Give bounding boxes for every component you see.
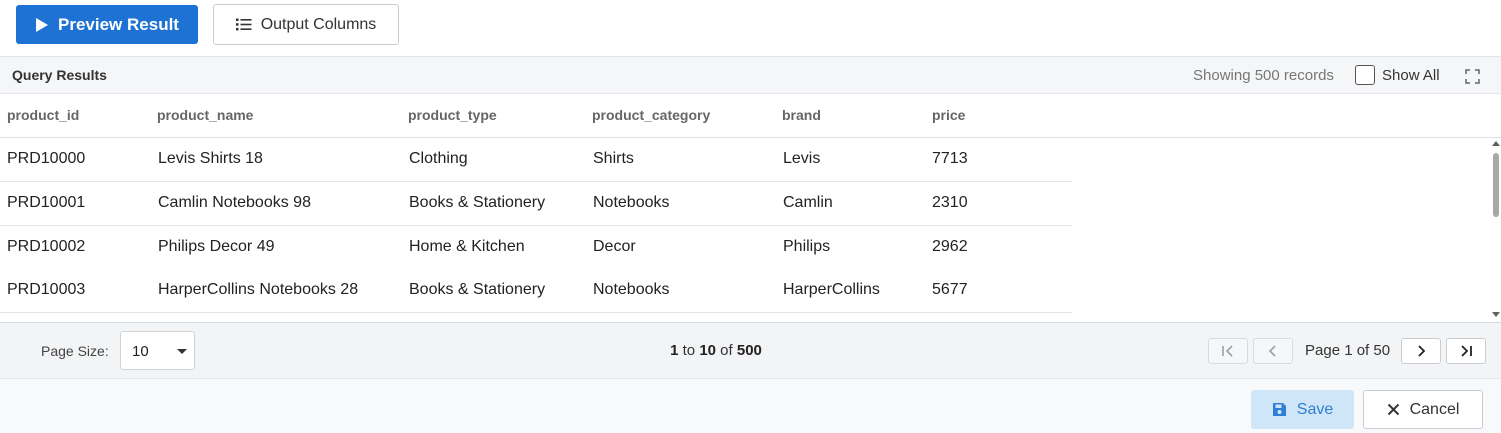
save-button[interactable]: Save [1251, 390, 1354, 429]
list-icon [235, 18, 252, 31]
floppy-disk-icon [1272, 403, 1286, 416]
cell-price: 5677 [932, 281, 968, 298]
cell-product-type: Books & Stationery [409, 281, 546, 298]
cell-product-id: PRD10000 [7, 150, 86, 167]
cell-product-id: PRD10003 [7, 281, 86, 298]
cancel-button[interactable]: Cancel [1363, 390, 1483, 429]
first-page-icon [1222, 345, 1233, 357]
column-header-product-id[interactable]: product_id [7, 107, 79, 123]
column-header-product-type[interactable]: product_type [408, 107, 497, 123]
table-row[interactable]: PRD10000 Levis Shirts 18 Clothing Shirts… [0, 138, 1072, 182]
cell-price: 7713 [932, 150, 968, 167]
cell-price: 2962 [932, 238, 968, 255]
query-results-header: Query Results Showing 500 records Show A… [0, 56, 1501, 94]
next-page-icon [1418, 345, 1426, 357]
cell-product-name: Camlin Notebooks 98 [158, 194, 311, 211]
prev-page-icon [1268, 345, 1276, 357]
show-all-checkbox[interactable] [1355, 65, 1375, 85]
cell-brand: Camlin [783, 194, 833, 211]
cell-product-name: Philips Decor 49 [158, 238, 275, 255]
grid-body: PRD10000 Levis Shirts 18 Clothing Shirts… [0, 138, 1501, 322]
first-page-button[interactable] [1208, 338, 1248, 364]
cell-product-category: Shirts [593, 150, 634, 167]
output-columns-label: Output Columns [260, 15, 377, 33]
cell-product-type: Books & Stationery [409, 194, 546, 211]
column-header-brand[interactable]: brand [782, 107, 821, 123]
column-header-product-name[interactable]: product_name [157, 107, 253, 123]
column-header-price[interactable]: price [932, 107, 965, 123]
dialog-footer: Save Cancel [0, 379, 1501, 433]
range-total: 500 [736, 342, 762, 359]
cell-product-category: Decor [593, 238, 636, 255]
cell-product-name: Levis Shirts 18 [158, 150, 263, 167]
query-results-title: Query Results [12, 67, 107, 83]
preview-result-button[interactable]: Preview Result [16, 5, 198, 44]
records-count: Showing 500 records [1193, 67, 1334, 84]
cell-product-name: HarperCollins Notebooks 28 [158, 281, 359, 298]
next-page-button[interactable] [1401, 338, 1441, 364]
last-page-button[interactable] [1446, 338, 1486, 364]
cell-product-category: Notebooks [593, 194, 670, 211]
range-of-word: of [720, 342, 733, 359]
close-icon [1387, 403, 1399, 416]
range-to-word: to [682, 342, 696, 359]
table-row[interactable]: PRD10002 Philips Decor 49 Home & Kitchen… [0, 226, 1072, 270]
toolbar: Preview Result Output Columns [0, 0, 1501, 56]
cell-product-type: Clothing [409, 150, 468, 167]
scroll-down-icon[interactable] [1492, 312, 1500, 317]
last-page-icon [1461, 345, 1472, 357]
vertical-scrollbar[interactable] [1490, 138, 1501, 322]
show-all-label: Show All [1382, 66, 1440, 84]
show-all-toggle[interactable]: Show All [1355, 65, 1440, 85]
fullscreen-icon[interactable] [1465, 69, 1480, 84]
cell-product-category: Notebooks [593, 281, 670, 298]
preview-result-label: Preview Result [58, 14, 179, 34]
page-info: Page 1 of 50 [1305, 342, 1391, 359]
table-row[interactable]: PRD10001 Camlin Notebooks 98 Books & Sta… [0, 182, 1072, 226]
range-from: 1 [670, 342, 679, 359]
cell-brand: Philips [783, 238, 831, 255]
output-columns-button[interactable]: Output Columns [213, 4, 399, 45]
pagination-bar: Page Size: 10 1 to 10 of 500 Page 1 of 5… [0, 322, 1501, 379]
range-to: 10 [699, 342, 716, 359]
grid-header: product_id product_name product_type pro… [0, 94, 1501, 138]
play-icon [36, 17, 49, 32]
cell-price: 2310 [932, 194, 968, 211]
cell-product-type: Home & Kitchen [409, 238, 525, 255]
save-label: Save [1296, 400, 1334, 418]
cancel-label: Cancel [1409, 400, 1460, 418]
scroll-up-icon[interactable] [1492, 141, 1500, 146]
prev-page-button[interactable] [1253, 338, 1293, 364]
cell-brand: Levis [783, 150, 821, 167]
cell-product-id: PRD10002 [7, 238, 86, 255]
table-row[interactable]: PRD10003 HarperCollins Notebooks 28 Book… [0, 269, 1072, 313]
cell-product-id: PRD10001 [7, 194, 86, 211]
column-header-product-category[interactable]: product_category [592, 107, 710, 123]
scrollbar-thumb[interactable] [1493, 153, 1499, 217]
cell-brand: HarperCollins [783, 281, 880, 298]
